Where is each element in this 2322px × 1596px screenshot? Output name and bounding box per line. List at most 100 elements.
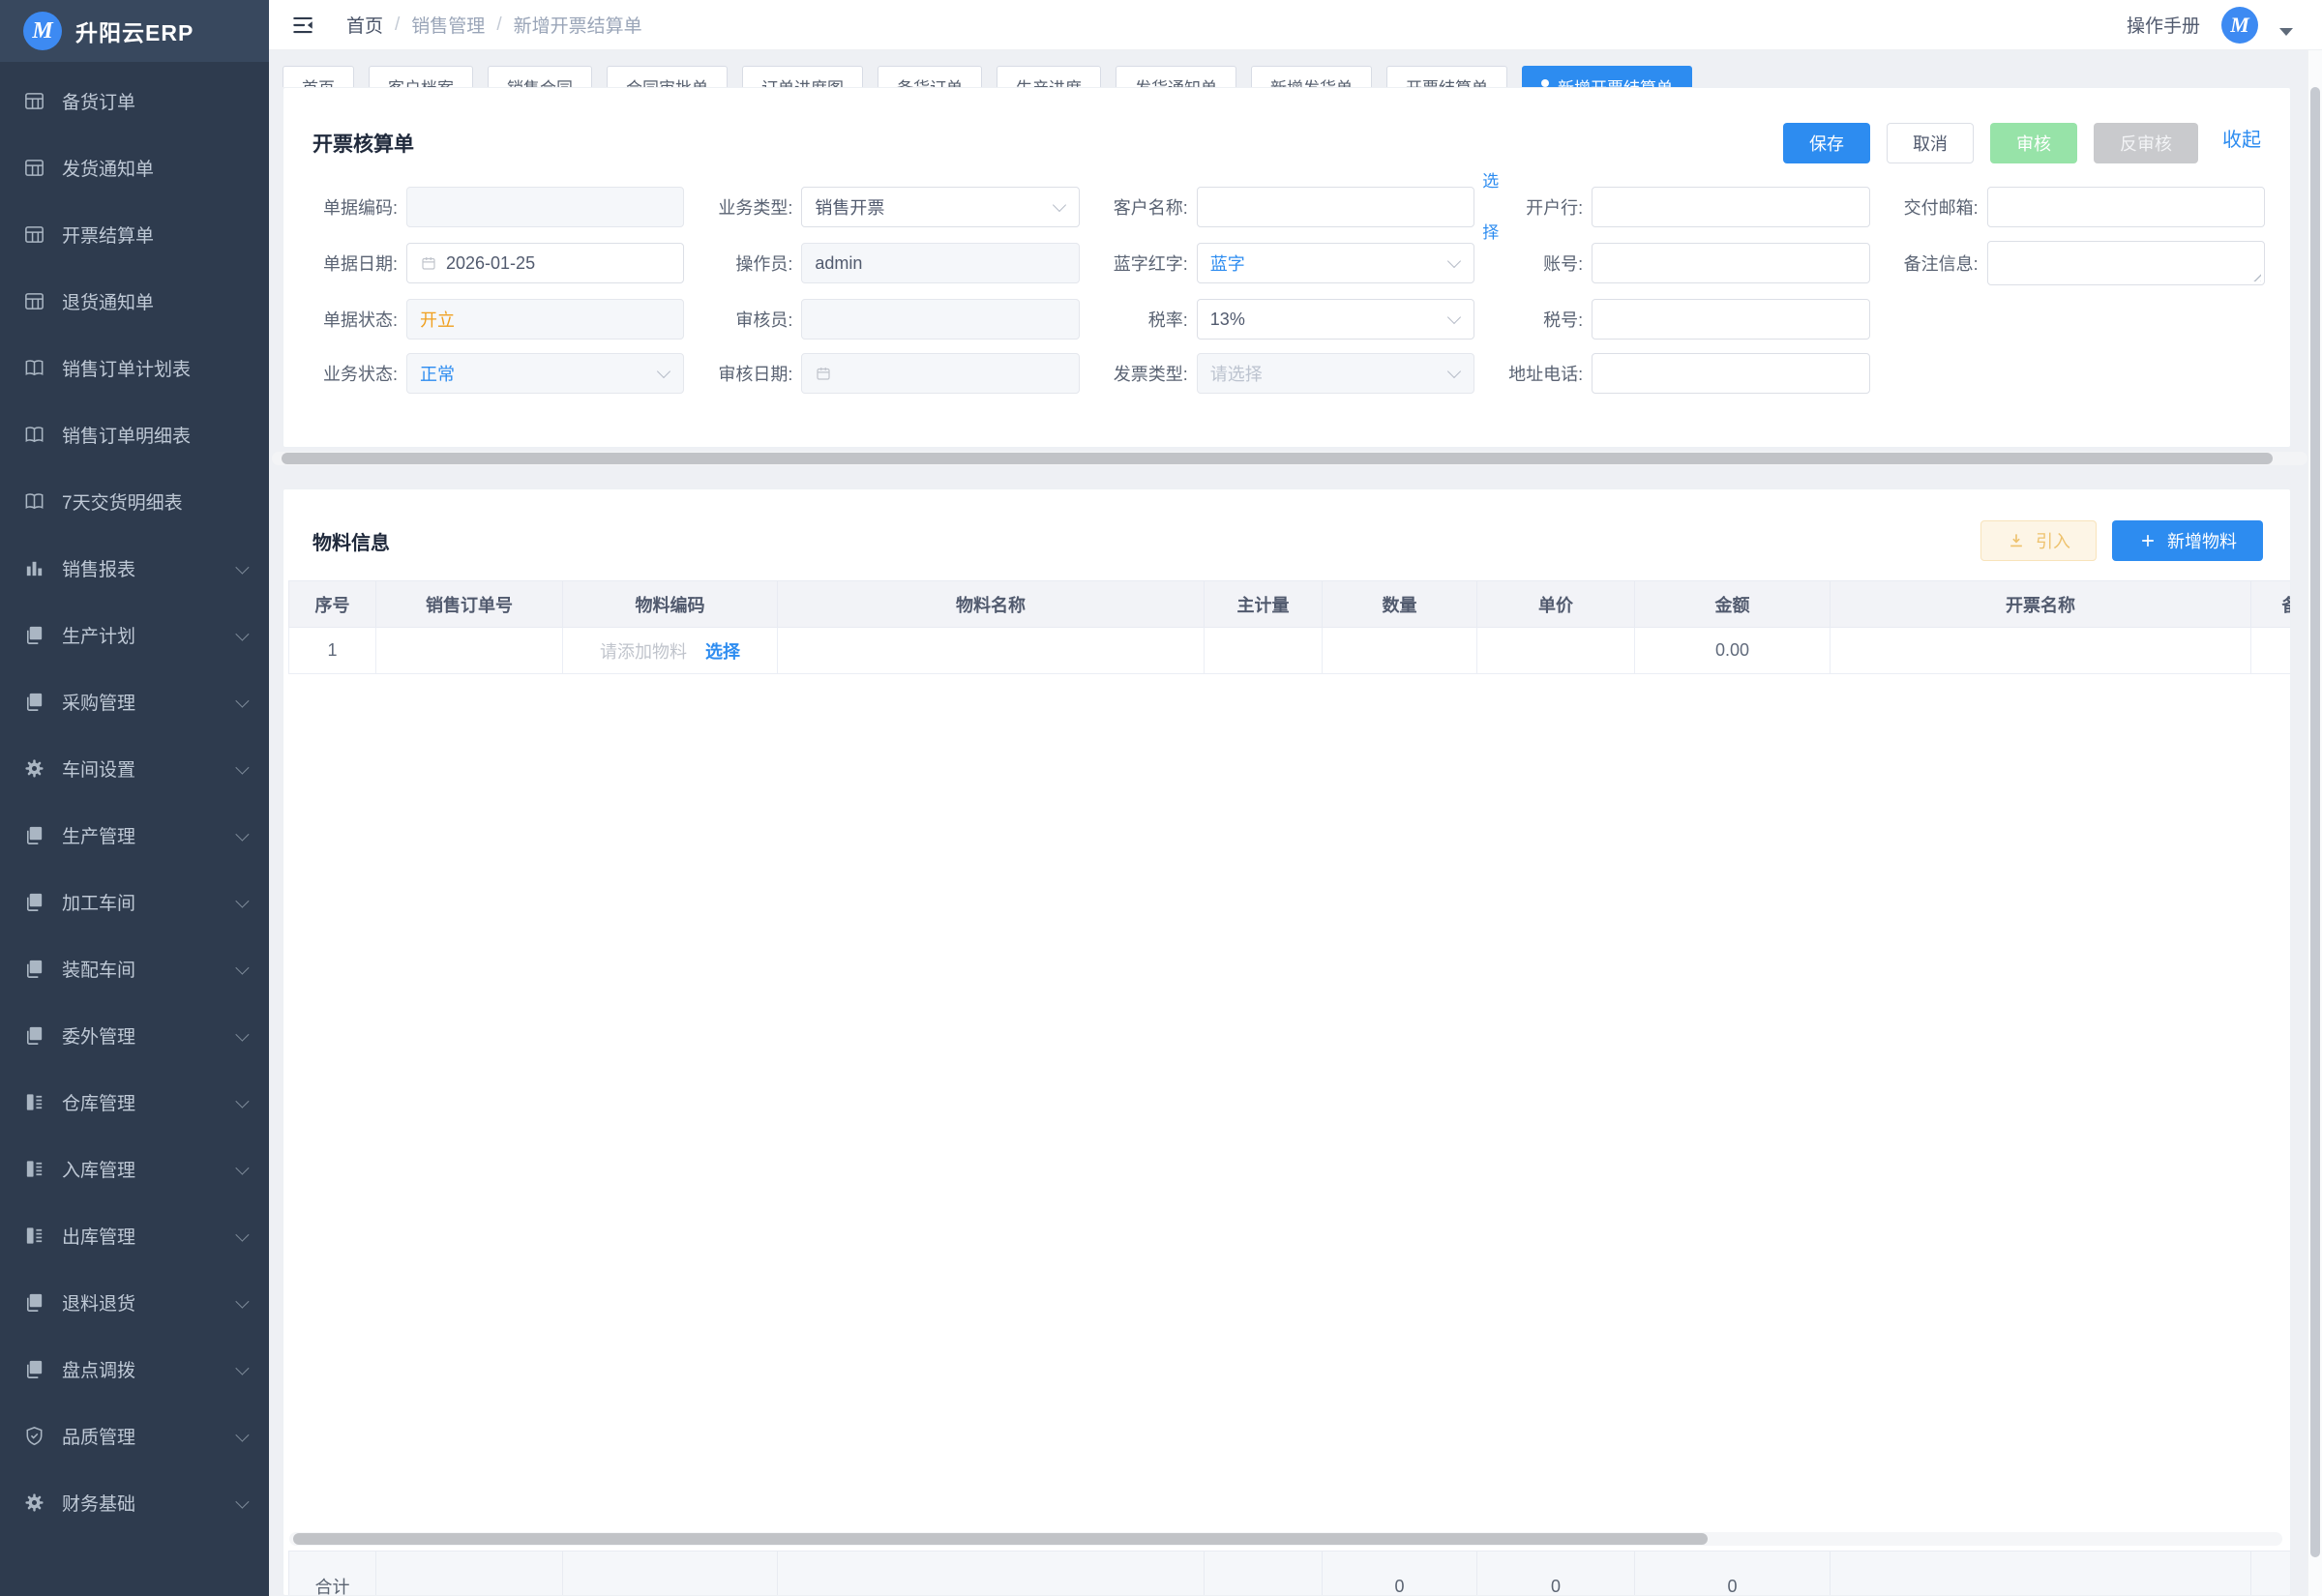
qty-cell[interactable]	[1323, 628, 1477, 674]
sidebar-item-icon	[23, 1425, 45, 1447]
tab-label: 订单进度图	[761, 74, 844, 87]
page-tab[interactable]: 订单进度图	[742, 66, 863, 87]
sidebar-item-icon	[23, 223, 45, 246]
page-tab[interactable]: 开票结算单	[1386, 66, 1507, 87]
sidebar-item-icon	[23, 157, 45, 179]
sidebar-item[interactable]: 7天交货明细表	[0, 468, 269, 535]
customer-input[interactable]	[1197, 187, 1474, 227]
totals-row-wrap: 合计 0 0 0	[288, 1551, 2291, 1596]
blue-red-select[interactable]: 蓝字	[1197, 243, 1474, 283]
sidebar-item[interactable]: 退料退货	[0, 1269, 269, 1336]
sidebar-item[interactable]: 备货订单	[0, 68, 269, 134]
sidebar-item[interactable]: 加工车间	[0, 869, 269, 935]
sidebar-item[interactable]: 销售订单明细表	[0, 401, 269, 468]
page-tab[interactable]: 合同审批单	[607, 66, 728, 87]
sidebar-item[interactable]: 销售报表	[0, 535, 269, 602]
page-tab[interactable]: 客户档案	[369, 66, 473, 87]
page-tab[interactable]: 新增发货单	[1251, 66, 1372, 87]
breadcrumb-home[interactable]: 首页	[346, 12, 383, 38]
sidebar-item[interactable]: 生产计划	[0, 602, 269, 668]
totals-qty: 0	[1323, 1552, 1477, 1596]
material-pick-link[interactable]: 选择	[705, 642, 740, 662]
field-tax-rate: 税率: 13%	[1080, 299, 1474, 340]
page-tab[interactable]: 发货通知单	[1116, 66, 1236, 87]
page-tab[interactable]: 新增开票结算单	[1522, 66, 1692, 87]
sidebar-item-label: 开票结算单	[62, 222, 154, 248]
invoice-type-select[interactable]: 请选择	[1197, 353, 1474, 394]
sidebar-item[interactable]: 车间设置	[0, 735, 269, 802]
sidebar-item-icon	[23, 624, 45, 646]
sidebar-item[interactable]: 盘点调拨	[0, 1336, 269, 1403]
email-input[interactable]	[1987, 187, 2265, 227]
sidebar-item[interactable]: 发货通知单	[0, 134, 269, 201]
totals-row: 合计 0 0 0	[289, 1552, 2292, 1596]
field-label: 单据状态:	[289, 307, 406, 332]
add-material-button[interactable]: 新增物料	[2112, 520, 2263, 561]
scrollbar-thumb[interactable]	[2310, 87, 2320, 1557]
scrollbar-thumb[interactable]	[293, 1533, 1708, 1545]
sidebar-item[interactable]: 出库管理	[0, 1202, 269, 1269]
chevron-down-icon	[235, 961, 249, 974]
sales-order-cell[interactable]	[376, 628, 563, 674]
sidebar-item[interactable]: 销售订单计划表	[0, 335, 269, 401]
sidebar-item[interactable]: 品质管理	[0, 1403, 269, 1469]
page-tab[interactable]: 首页	[283, 66, 354, 87]
page-tab[interactable]: 生产进度	[997, 66, 1101, 87]
sidebar-item[interactable]: 仓库管理	[0, 1069, 269, 1136]
sidebar-item-label: 财务基础	[62, 1490, 135, 1516]
field-label: 税号:	[1474, 307, 1592, 332]
cancel-button[interactable]: 取消	[1887, 123, 1974, 163]
manual-link[interactable]: 操作手册	[2127, 12, 2200, 38]
collapse-link[interactable]: 收起	[2222, 124, 2261, 152]
page-tab[interactable]: 销售合同	[488, 66, 592, 87]
field-email: 交付邮箱:	[1870, 187, 2265, 227]
doc-date-input[interactable]: 2026-01-25	[406, 243, 684, 283]
tax-no-input[interactable]	[1592, 299, 1869, 340]
amount-cell: 0.00	[1635, 628, 1831, 674]
bank-input[interactable]	[1592, 187, 1869, 227]
sidebar-item-icon	[23, 557, 45, 579]
sidebar-item-label: 装配车间	[62, 956, 135, 982]
sidebar-item-icon	[23, 824, 45, 846]
table-horizontal-scrollbar[interactable]	[289, 1532, 2282, 1546]
account-input[interactable]	[1592, 243, 1869, 283]
chevron-down-icon	[235, 1161, 249, 1174]
chevron-down-icon	[235, 560, 249, 574]
scrollbar-thumb[interactable]	[282, 453, 2273, 464]
sidebar-item-label: 备货订单	[62, 88, 135, 114]
remark-textarea[interactable]	[1987, 241, 2265, 285]
biz-type-select[interactable]: 销售开票	[801, 187, 1079, 227]
app-logo: M 升阳云ERP	[0, 0, 269, 62]
page-title: 开票核算单	[313, 129, 414, 158]
avatar[interactable]: M	[2221, 7, 2258, 44]
sidebar-item[interactable]: 生产管理	[0, 802, 269, 869]
sidebar-item-label: 销售订单计划表	[62, 355, 191, 381]
table-header-cell: 单价	[1477, 581, 1635, 628]
tax-rate-select[interactable]: 13%	[1197, 299, 1474, 340]
biz-status-select[interactable]: 正常	[406, 353, 684, 394]
materials-card: 物料信息 引入 新增物料	[283, 488, 2291, 1596]
save-button[interactable]: 保存	[1783, 123, 1870, 163]
materials-actions: 引入 新增物料	[1980, 520, 2263, 561]
sidebar-item[interactable]: 入库管理	[0, 1136, 269, 1202]
page-vertical-scrollbar[interactable]	[2307, 50, 2322, 1596]
table-header-cell: 主计量	[1205, 581, 1323, 628]
remark-cell[interactable]	[2251, 628, 2292, 674]
addr-phone-input[interactable]	[1592, 353, 1869, 394]
sidebar-item[interactable]: 财务基础	[0, 1469, 269, 1536]
field-tax-no: 税号:	[1474, 299, 1869, 340]
sidebar-item[interactable]: 退货通知单	[0, 268, 269, 335]
sidebar-item[interactable]: 委外管理	[0, 1002, 269, 1069]
form-horizontal-scrollbar[interactable]	[272, 452, 2307, 465]
sidebar-item[interactable]: 开票结算单	[0, 201, 269, 268]
sidebar-item[interactable]: 装配车间	[0, 935, 269, 1002]
material-name-cell[interactable]	[778, 628, 1205, 674]
menu-fold-icon[interactable]	[290, 13, 315, 38]
price-cell[interactable]	[1477, 628, 1635, 674]
page-tab[interactable]: 备货订单	[878, 66, 982, 87]
caret-down-icon[interactable]	[2279, 28, 2293, 36]
chevron-down-icon	[235, 1494, 249, 1508]
import-button: 引入	[1980, 520, 2097, 561]
sidebar-item[interactable]: 采购管理	[0, 668, 269, 735]
invoice-name-cell[interactable]	[1831, 628, 2251, 674]
